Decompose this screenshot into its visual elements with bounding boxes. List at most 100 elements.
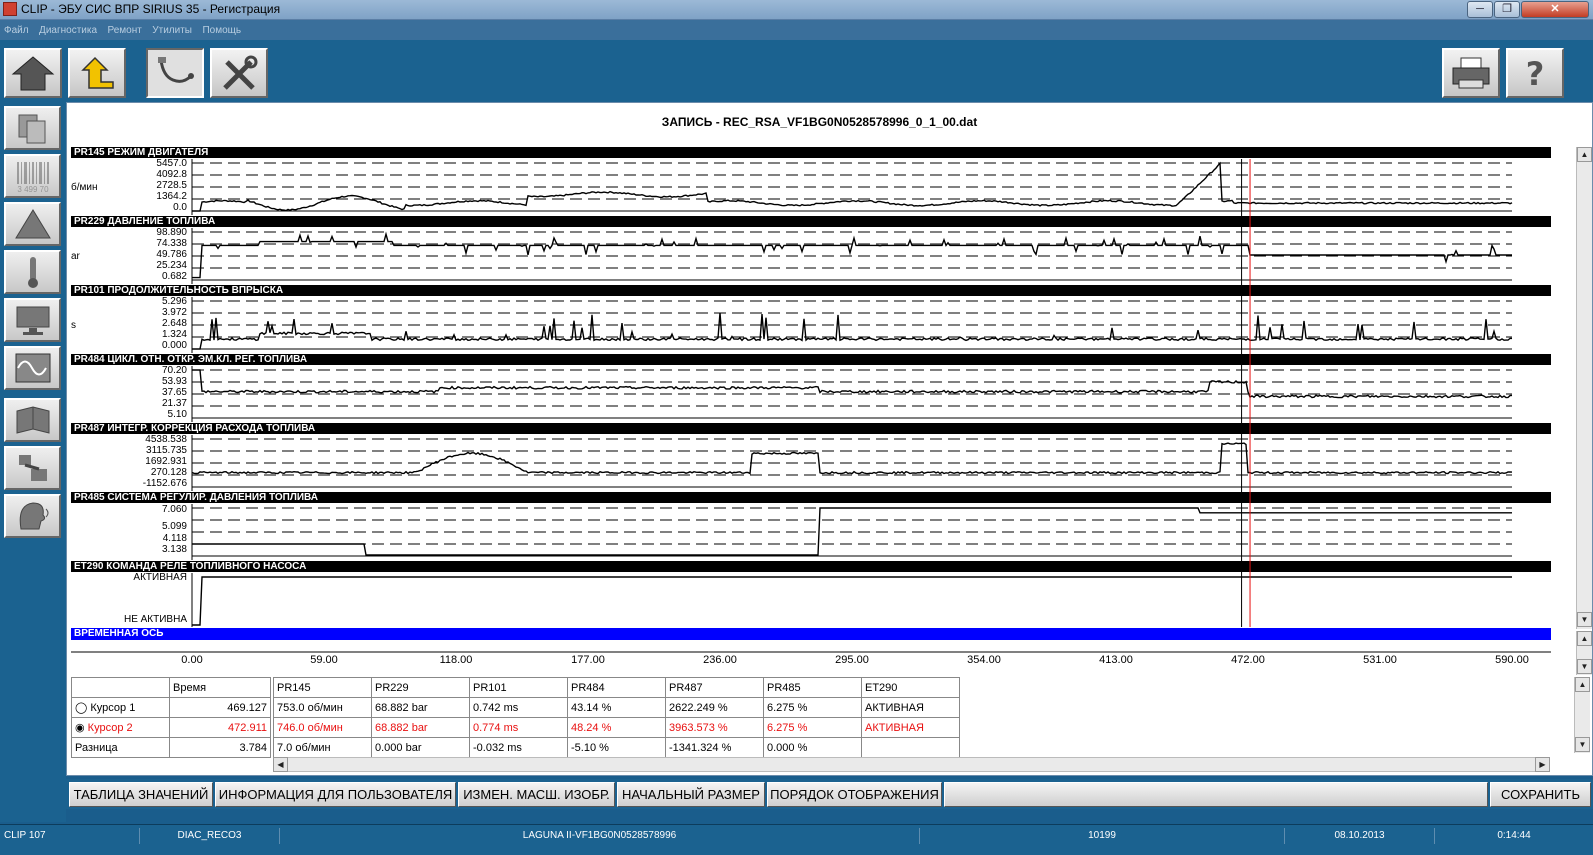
status-date: 08.10.2013	[1285, 828, 1435, 844]
status-vehicle: LAGUNA II-VF1BG0N0528578996	[280, 828, 920, 844]
user-info-button[interactable]: ИНФОРМАЦИЯ ДЛЯ ПОЛЬЗОВАТЕЛЯ	[215, 782, 456, 807]
recording-panel: ЗАПИСЬ - REC_RSA_VF1BG0N0528578996_0_1_0…	[66, 102, 1593, 776]
cell: 753.0 об/мин	[273, 697, 372, 718]
table-horizontal-scrollbar[interactable]: ◀ ▶	[273, 757, 1550, 772]
screen-icon	[16, 306, 49, 335]
cell: 0.774 ms	[469, 717, 568, 738]
status-diag-module: DIAC_RECO3	[140, 828, 280, 844]
print-button[interactable]	[1442, 48, 1500, 98]
col-header-pr229: PR229	[371, 677, 470, 698]
scroll-up-icon[interactable]: ▲	[1577, 631, 1592, 646]
cell: -1341.324 %	[665, 737, 764, 758]
tools-button[interactable]	[210, 48, 268, 98]
menu-utilities[interactable]: Утилиты	[148, 21, 194, 36]
sidebar: 3 499 70	[0, 102, 66, 822]
cursor-1-row-label[interactable]: ◯ Курсор 1	[71, 697, 170, 718]
col-header-pr145: PR145	[273, 677, 372, 698]
col-header-pr101: PR101	[469, 677, 568, 698]
col-header-pr485: PR485	[763, 677, 862, 698]
screen-button[interactable]	[4, 298, 61, 342]
cursor-table-panel: Время ◯ Курсор 1 469.127 ◉ Курсор 2 472.…	[71, 677, 1578, 773]
cursor-2-time: 472.911	[169, 717, 271, 738]
oscilloscope-button[interactable]	[4, 346, 61, 390]
time-tick: 118.00	[439, 654, 473, 666]
signal-trace	[192, 576, 1512, 626]
barcode-number: 3 499 70	[17, 185, 49, 193]
toolbar: ?	[0, 40, 1593, 102]
cursor-2-row-label[interactable]: ◉ Курсор 2	[71, 717, 170, 738]
signal-plots[interactable]	[71, 147, 1551, 627]
col-header-et290: ET290	[861, 677, 960, 698]
time-tick: 531.00	[1363, 654, 1397, 666]
cell: 0.742 ms	[469, 697, 568, 718]
thermometer-button[interactable]	[4, 250, 61, 294]
status-bar: CLIP 107 DIAC_RECO3 LAGUNA II-VF1BG0N052…	[0, 824, 1593, 846]
change-scale-button[interactable]: ИЗМЕН. МАСШ. ИЗОБР.	[458, 782, 615, 807]
diagram-icon	[18, 455, 47, 481]
cell: АКТИВНАЯ	[861, 717, 960, 738]
probe-button[interactable]	[146, 48, 204, 98]
cursor-1-radio[interactable]: ◯	[75, 702, 87, 714]
voice-button[interactable]	[4, 494, 61, 538]
cell: 68.882 bar	[371, 697, 470, 718]
help-icon: ?	[1526, 55, 1545, 92]
scroll-down-icon[interactable]: ▼	[1575, 737, 1590, 752]
menu-file[interactable]: Файл	[0, 21, 31, 36]
display-order-button[interactable]: ПОРЯДОК ОТОБРАЖЕНИЯ	[767, 782, 942, 807]
status-time: 0:14:44	[1497, 830, 1531, 841]
cursor-table: Время ◯ Курсор 1 469.127 ◉ Курсор 2 472.…	[71, 677, 271, 758]
save-button[interactable]: СОХРАНИТЬ	[1490, 782, 1591, 807]
status-clip-version: CLIP 107	[0, 828, 140, 844]
status-code: 10199	[920, 828, 1285, 844]
initial-size-button[interactable]: НАЧАЛЬНЫЙ РАЗМЕР	[617, 782, 765, 807]
difference-time: 3.784	[169, 737, 271, 758]
scroll-up-icon[interactable]: ▲	[1577, 147, 1592, 162]
warning-button[interactable]	[4, 202, 61, 246]
printer-icon	[1452, 57, 1490, 89]
restore-button[interactable]: ❐	[1494, 1, 1520, 18]
help-button[interactable]: ?	[1506, 48, 1564, 98]
time-axis-line	[71, 651, 1551, 653]
values-table-button[interactable]: ТАБЛИЦА ЗНАЧЕНИЙ	[69, 782, 213, 807]
table-row: 746.0 об/мин 68.882 bar 0.774 ms 48.24 %…	[273, 717, 960, 738]
plot-scrollbar[interactable]: ▲ ▼	[1576, 147, 1592, 629]
minimize-button[interactable]: ─	[1467, 1, 1493, 18]
manual-icon	[16, 406, 49, 434]
diagram-button[interactable]	[4, 446, 61, 490]
close-button[interactable]: ✕	[1521, 1, 1589, 18]
manual-button[interactable]	[4, 398, 61, 442]
menu-help[interactable]: Помощь	[198, 21, 243, 36]
up-button[interactable]	[68, 48, 126, 98]
plot-area[interactable]: PR145 РЕЖИМ ДВИГАТЕЛЯ PR229 ДАВЛЕНИЕ ТОП…	[71, 147, 1551, 627]
barcode-button[interactable]: 3 499 70	[4, 154, 61, 198]
cell: 48.24 %	[567, 717, 666, 738]
grid-lines	[191, 159, 1512, 627]
cursor-2-radio[interactable]: ◉	[75, 722, 85, 734]
menu-repair[interactable]: Ремонт	[103, 21, 143, 36]
documents-button[interactable]	[4, 106, 61, 150]
time-scrollbar[interactable]: ▲ ▼	[1576, 631, 1592, 675]
time-tick: 413.00	[1099, 654, 1133, 666]
scroll-right-icon[interactable]: ▶	[1535, 757, 1550, 772]
values-table: PR145 PR229 PR101 PR484 PR487 PR485 ET29…	[273, 677, 960, 758]
cursor-col-header	[71, 677, 170, 698]
thermometer-icon	[27, 257, 38, 288]
scroll-up-icon[interactable]: ▲	[1575, 677, 1590, 692]
title-bar: CLIP - ЭБУ СИС ВПР SIRIUS 35 - Регистрац…	[0, 0, 1593, 20]
scroll-down-icon[interactable]: ▼	[1577, 659, 1592, 674]
table-vertical-scrollbar[interactable]: ▲ ▼	[1574, 677, 1590, 753]
up-folder-icon	[81, 56, 114, 89]
scroll-left-icon[interactable]: ◀	[273, 757, 288, 772]
oscilloscope-icon	[15, 353, 50, 383]
cell: 3963.573 %	[665, 717, 764, 738]
cell: 746.0 об/мин	[273, 717, 372, 738]
tools-icon	[223, 55, 258, 90]
cell: 68.882 bar	[371, 717, 470, 738]
scroll-down-icon[interactable]: ▼	[1577, 612, 1592, 627]
menu-diagnostics[interactable]: Диагностика	[35, 21, 99, 36]
home-button[interactable]	[4, 48, 62, 98]
cursor-2-label: Курсор 2	[87, 722, 133, 734]
col-header-pr487: PR487	[665, 677, 764, 698]
documents-icon	[18, 114, 45, 144]
cell: 6.275 %	[763, 717, 862, 738]
